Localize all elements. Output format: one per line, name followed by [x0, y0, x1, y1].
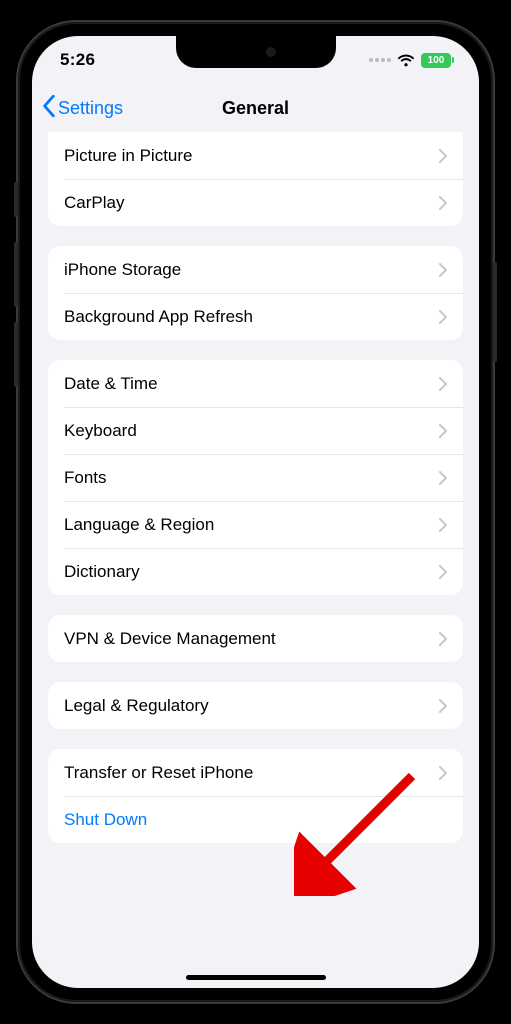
row-label: Legal & Regulatory	[64, 696, 439, 716]
row-label: Dictionary	[64, 562, 439, 582]
chevron-right-icon	[439, 565, 447, 579]
settings-group: VPN & Device Management	[48, 615, 463, 662]
row-label: VPN & Device Management	[64, 629, 439, 649]
chevron-right-icon	[439, 310, 447, 324]
settings-row[interactable]: Background App Refresh	[48, 293, 463, 340]
back-button[interactable]: Settings	[42, 95, 123, 122]
settings-row[interactable]: Picture in Picture	[48, 132, 463, 179]
settings-row[interactable]: Transfer or Reset iPhone	[48, 749, 463, 796]
row-label: iPhone Storage	[64, 260, 439, 280]
status-indicators: 100	[369, 53, 451, 68]
settings-group: Transfer or Reset iPhone Shut Down	[48, 749, 463, 843]
settings-row[interactable]: CarPlay	[48, 179, 463, 226]
settings-row[interactable]: Language & Region	[48, 501, 463, 548]
settings-row[interactable]: Shut Down	[48, 796, 463, 843]
nav-bar: Settings General	[32, 84, 479, 132]
row-label: CarPlay	[64, 193, 439, 213]
settings-row[interactable]: Date & Time	[48, 360, 463, 407]
volume-down-button	[14, 322, 18, 387]
chevron-right-icon	[439, 377, 447, 391]
settings-group: Legal & Regulatory	[48, 682, 463, 729]
side-button	[493, 262, 497, 362]
back-label: Settings	[58, 98, 123, 119]
page-title: General	[222, 98, 289, 119]
chevron-right-icon	[439, 149, 447, 163]
row-label: Transfer or Reset iPhone	[64, 763, 439, 783]
settings-group: Date & Time Keyboard Fonts Language & Regio…	[48, 360, 463, 595]
settings-content[interactable]: Picture in Picture CarPlay iPhone Storage B…	[32, 132, 479, 988]
mute-switch	[14, 182, 18, 217]
settings-row[interactable]: Fonts	[48, 454, 463, 501]
wifi-icon	[397, 54, 415, 67]
chevron-right-icon	[439, 196, 447, 210]
volume-up-button	[14, 242, 18, 307]
chevron-right-icon	[439, 766, 447, 780]
chevron-left-icon	[42, 95, 56, 122]
chevron-right-icon	[439, 632, 447, 646]
chevron-right-icon	[439, 263, 447, 277]
row-label: Shut Down	[64, 810, 447, 830]
chevron-right-icon	[439, 699, 447, 713]
chevron-right-icon	[439, 424, 447, 438]
home-indicator[interactable]	[186, 975, 326, 980]
settings-row[interactable]: Dictionary	[48, 548, 463, 595]
settings-group: iPhone Storage Background App Refresh	[48, 246, 463, 340]
row-label: Keyboard	[64, 421, 439, 441]
battery-icon: 100	[421, 53, 451, 68]
row-label: Fonts	[64, 468, 439, 488]
phone-frame: 5:26 100 Settings General Picture in Pic…	[18, 22, 493, 1002]
settings-row[interactable]: Keyboard	[48, 407, 463, 454]
row-label: Language & Region	[64, 515, 439, 535]
notch	[176, 36, 336, 68]
recording-indicator-icon	[369, 58, 391, 62]
settings-row[interactable]: Legal & Regulatory	[48, 682, 463, 729]
row-label: Picture in Picture	[64, 146, 439, 166]
settings-row[interactable]: VPN & Device Management	[48, 615, 463, 662]
row-label: Background App Refresh	[64, 307, 439, 327]
row-label: Date & Time	[64, 374, 439, 394]
settings-row[interactable]: iPhone Storage	[48, 246, 463, 293]
status-time: 5:26	[60, 50, 95, 70]
chevron-right-icon	[439, 518, 447, 532]
settings-group: Picture in Picture CarPlay	[48, 132, 463, 226]
screen: 5:26 100 Settings General Picture in Pic…	[32, 36, 479, 988]
chevron-right-icon	[439, 471, 447, 485]
